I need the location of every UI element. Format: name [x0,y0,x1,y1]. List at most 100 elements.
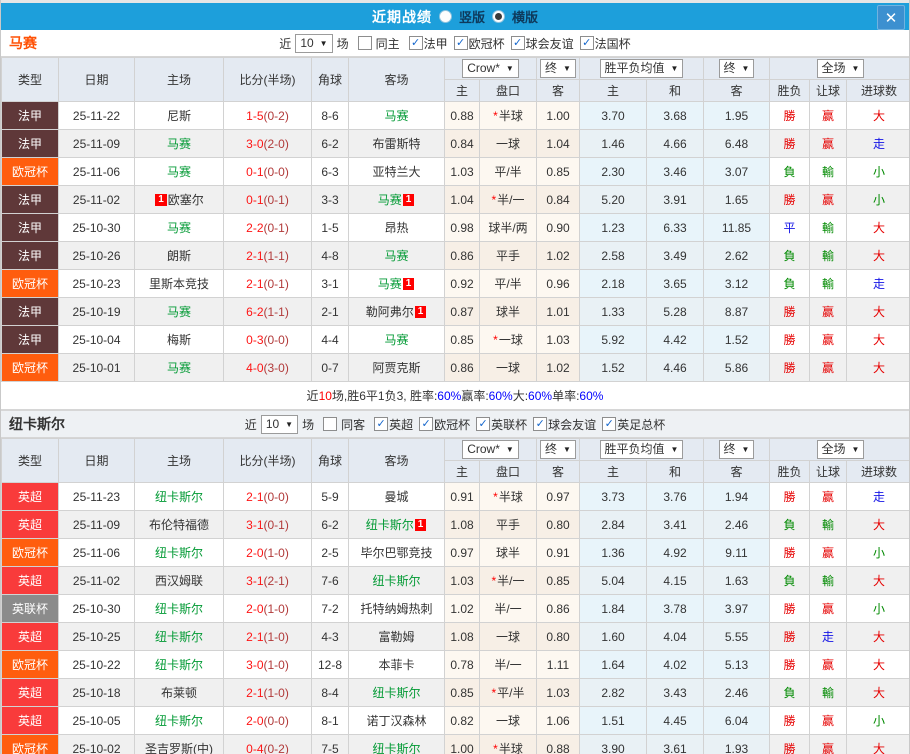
match-row: 法甲25-10-30马赛2-2(0-1)1-5昂热0.98球半/两0.901.2… [2,214,910,242]
titlebar: 近期战绩 竖版 横版 ✕ [1,3,909,30]
europe-home-odds: 1.23 [580,214,647,242]
result-handicap: 輸 [810,679,847,707]
team-label: 马赛 [378,193,402,207]
team-label: 纽卡斯尔 [372,742,420,754]
league-checkbox[interactable]: ✓ [511,36,525,50]
home-team-cell: 西汉姆联 [135,567,224,595]
handicap-away-odds: 1.01 [537,298,580,326]
match-count-select[interactable]: 10 ▼ [295,34,332,53]
match-row: 法甲25-11-09马赛3-0(2-0)6-2布雷斯特0.84一球1.041.4… [2,130,910,158]
odds-company-dropdown[interactable]: Crow*▼ [462,59,519,78]
corner-cell: 8-6 [312,102,349,130]
match-row: 欧冠杯25-10-23里斯本竞技2-1(0-1)3-1马赛10.92平/半0.9… [2,270,910,298]
odds-company-value: Crow* [467,442,500,457]
section-bar-newcastle: 纽卡斯尔 近 10 ▼ 场 同客 ✓英超✓欧冠杯✓英联杯✓球会友谊✓英足总杯 [1,410,909,438]
odds-final-header: 终▼ [537,58,580,80]
europe-final-value: 终 [724,442,736,457]
score-cell: 6-2(1-1) [224,298,312,326]
col-score: 比分(半场) [224,58,312,102]
result-handicap: 輸 [810,158,847,186]
games-label: 场 [302,416,314,433]
handicap-home-odds: 1.08 [445,511,480,539]
odds-final-value: 终 [545,442,557,457]
league-checkbox[interactable]: ✓ [602,417,616,431]
date-cell: 25-10-19 [59,298,135,326]
europe-odds-value: 胜平负均值 [605,442,665,457]
league-checkbox[interactable]: ✓ [454,36,468,50]
layout-vertical-label[interactable]: 竖版 [459,7,485,26]
match-row: 欧冠杯25-10-01马赛4-0(3-0)0-7阿贾克斯0.86一球1.021.… [2,354,910,382]
same-venue-checkbox[interactable] [358,36,372,50]
league-checkbox[interactable]: ✓ [476,417,490,431]
team-label: 纽卡斯尔 [155,658,203,672]
league-checkbox[interactable]: ✓ [533,417,547,431]
league-checkbox[interactable]: ✓ [419,417,433,431]
league-checkbox[interactable]: ✓ [580,36,594,50]
team-label: 亚特兰大 [372,165,420,179]
result-handicap: 赢 [810,326,847,354]
handicap-line: 球半 [480,298,537,326]
score-cell: 3-1(2-1) [224,567,312,595]
handicap-line: 一球 [480,354,537,382]
league-cell: 英联杯 [2,595,59,623]
europe-draw-odds: 4.42 [647,326,704,354]
date-cell: 25-11-02 [59,186,135,214]
home-team-cell: 1欧塞尔 [135,186,224,214]
corner-cell: 3-1 [312,270,349,298]
league-cell: 法甲 [2,186,59,214]
europe-draw-odds: 3.49 [647,242,704,270]
col-eu-draw: 和 [647,80,704,102]
europe-away-odds: 3.97 [704,595,770,623]
corner-cell: 8-4 [312,679,349,707]
result-handicap: 輸 [810,242,847,270]
result-wdl: 負 [770,679,810,707]
europe-odds-dropdown[interactable]: 胜平负均值▼ [600,440,684,459]
corner-cell: 2-1 [312,298,349,326]
layout-horizontal-radio[interactable] [492,10,505,23]
match-rows: 英超25-11-23纽卡斯尔2-1(0-0)5-9曼城0.91*半球0.973.… [2,483,910,754]
europe-away-odds: 1.65 [704,186,770,214]
result-goals: 大 [847,651,910,679]
league-checkbox[interactable]: ✓ [409,36,423,50]
odds-final-dropdown[interactable]: 终▼ [540,440,576,459]
result-goals: 大 [847,623,910,651]
europe-home-odds: 1.51 [580,707,647,735]
league-checkbox[interactable]: ✓ [374,417,388,431]
corner-cell: 7-6 [312,567,349,595]
team-name: 纽卡斯尔 [9,414,65,434]
away-team-cell: 毕尔巴鄂竞技 [349,539,445,567]
home-team-cell: 纽卡斯尔 [135,539,224,567]
team-label: 西汉姆联 [155,574,203,588]
close-icon[interactable]: ✕ [877,5,905,30]
handicap-home-odds: 0.87 [445,298,480,326]
europe-final-dropdown[interactable]: 终▼ [719,59,755,78]
europe-odds-dropdown[interactable]: 胜平负均值▼ [600,59,684,78]
result-goals: 走 [847,130,910,158]
odds-company-dropdown[interactable]: Crow*▼ [462,440,519,459]
scope-dropdown[interactable]: 全场▼ [817,59,865,78]
europe-away-odds: 9.11 [704,539,770,567]
corner-cell: 4-4 [312,326,349,354]
result-wdl: 勝 [770,707,810,735]
result-goals: 大 [847,298,910,326]
layout-vertical-radio[interactable] [439,10,452,23]
col-ah-away: 客 [537,80,580,102]
league-cell: 法甲 [2,214,59,242]
odds-final-dropdown[interactable]: 终▼ [540,59,576,78]
europe-away-odds: 8.87 [704,298,770,326]
date-cell: 25-10-04 [59,326,135,354]
same-venue-label: 同客 [341,416,365,433]
europe-final-dropdown[interactable]: 终▼ [719,440,755,459]
score-cell: 0-3(0-0) [224,326,312,354]
result-wdl: 勝 [770,326,810,354]
match-count-select[interactable]: 10 ▼ [261,415,298,434]
layout-horizontal-label[interactable]: 横版 [512,7,538,26]
scope-dropdown[interactable]: 全场▼ [817,440,865,459]
same-venue-checkbox[interactable] [323,417,337,431]
handicap-line: *半球 [480,735,537,754]
league-cell: 法甲 [2,242,59,270]
score-cell: 0-4(0-2) [224,735,312,754]
europe-away-odds: 5.86 [704,354,770,382]
europe-away-odds: 2.46 [704,511,770,539]
handicap-line: 一球 [480,707,537,735]
